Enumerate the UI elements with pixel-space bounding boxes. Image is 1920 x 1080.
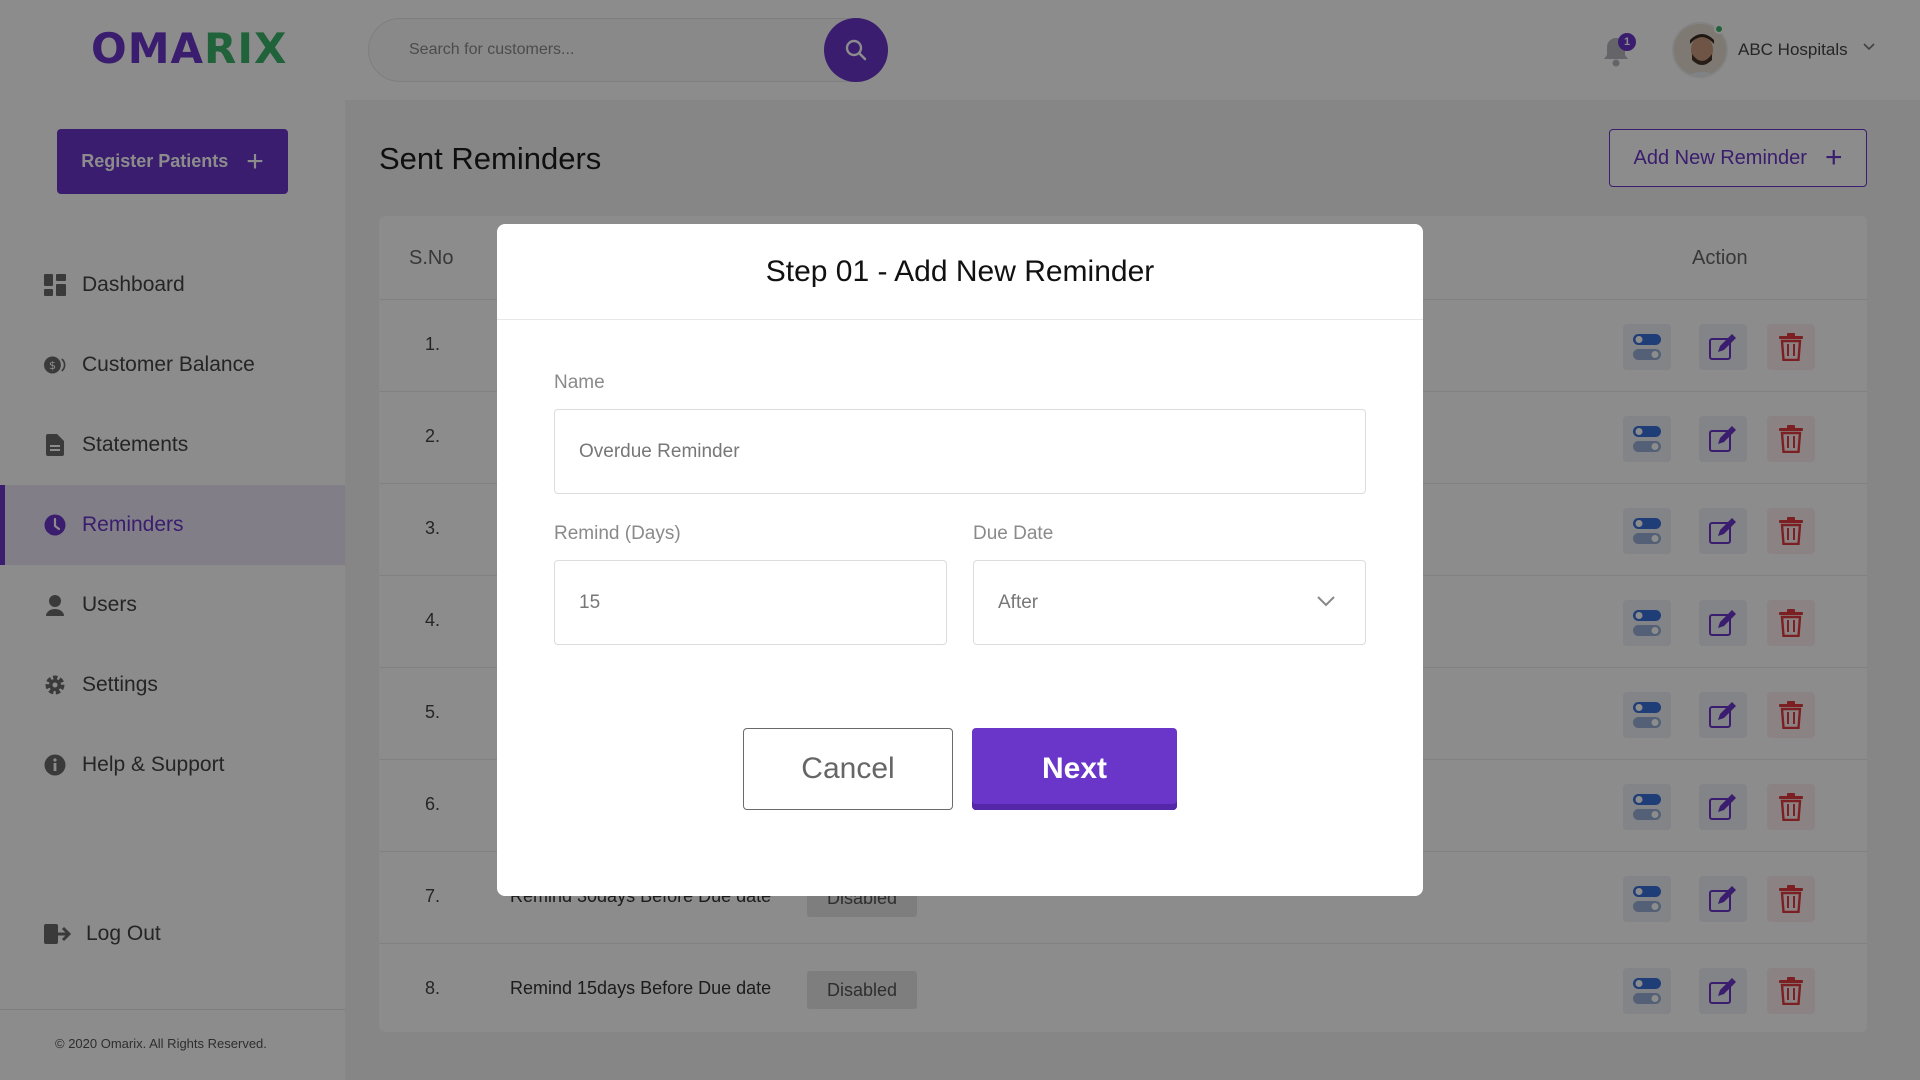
cancel-button[interactable]: Cancel xyxy=(743,728,953,810)
chevron-down-icon xyxy=(1317,596,1335,607)
modal-title: Step 01 - Add New Reminder xyxy=(497,224,1423,320)
remind-days-input[interactable] xyxy=(555,561,946,644)
due-date-select[interactable]: After xyxy=(973,560,1366,645)
name-input[interactable] xyxy=(555,410,1365,493)
remind-days-field xyxy=(554,560,947,645)
remind-days-label: Remind (Days) xyxy=(554,523,681,544)
name-label: Name xyxy=(554,372,605,393)
name-field xyxy=(554,409,1366,494)
add-reminder-modal: Step 01 - Add New Reminder Name Remind (… xyxy=(497,224,1423,896)
due-date-label: Due Date xyxy=(973,523,1054,544)
due-date-value: After xyxy=(998,592,1039,613)
next-button[interactable]: Next xyxy=(972,728,1177,810)
